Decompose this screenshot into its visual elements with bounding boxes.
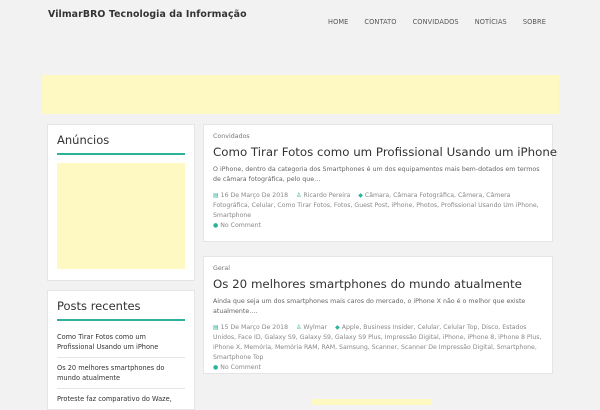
recent-post-link[interactable]: Proteste faz comparativo do Waze, bbox=[57, 389, 185, 410]
post-date[interactable]: 16 De Março De 2018 bbox=[221, 192, 288, 199]
title-underline bbox=[57, 319, 185, 321]
site-title[interactable]: VilmarBRO Tecnologia da Informação bbox=[48, 9, 247, 20]
nav-item-noticias[interactable]: NOTÍCIAS bbox=[467, 18, 515, 26]
comment-icon: ● bbox=[213, 364, 219, 371]
user-icon: ♙ bbox=[296, 192, 302, 199]
nav-item-sobre[interactable]: SOBRE bbox=[515, 18, 554, 26]
post-excerpt: O iPhone, dentro da categoria dos Smartp… bbox=[213, 166, 540, 183]
recent-post-link[interactable]: Os 20 melhores smartphones do mundo atua… bbox=[57, 358, 185, 389]
post-card: Convidados Como Tirar Fotos como um Prof… bbox=[203, 124, 557, 242]
ads-widget: Anúncios bbox=[47, 124, 195, 281]
ads-widget-title: Anúncios bbox=[57, 133, 110, 147]
comments-link[interactable]: No Comment bbox=[220, 222, 261, 229]
post-category[interactable]: Convidados bbox=[213, 133, 543, 140]
post-card: Geral Os 20 melhores smartphones do mund… bbox=[203, 256, 553, 374]
top-ad-banner[interactable] bbox=[42, 75, 559, 114]
post-category[interactable]: Geral bbox=[213, 265, 543, 272]
recent-posts-list: Como Tirar Fotos como um Profissional Us… bbox=[57, 327, 185, 410]
recent-posts-widget: Posts recentes Como Tirar Fotos como um … bbox=[47, 290, 195, 410]
tags-icon: ◆ bbox=[358, 192, 363, 199]
post-author[interactable]: Wylmar bbox=[303, 324, 327, 331]
recent-post-link[interactable]: Como Tirar Fotos como um Profissional Us… bbox=[57, 327, 185, 358]
post-excerpt: Ainda que seja um dos smartphones mais c… bbox=[213, 298, 526, 315]
recent-posts-title: Posts recentes bbox=[57, 299, 141, 313]
nav-item-convidados[interactable]: CONVIDADOS bbox=[405, 18, 467, 26]
nav-item-contato[interactable]: CONTATO bbox=[356, 18, 404, 26]
title-underline bbox=[57, 153, 185, 155]
calendar-icon: ▤ bbox=[213, 192, 219, 199]
post-meta: ▤ 16 De Março De 2018 ♙ Ricardo Pereira ◆ C… bbox=[213, 191, 543, 221]
post-title[interactable]: Como Tirar Fotos como um Profissional Us… bbox=[213, 145, 557, 160]
sidebar-ad[interactable] bbox=[57, 162, 185, 269]
user-icon: ♙ bbox=[296, 324, 302, 331]
post-date[interactable]: 15 De Março De 2018 bbox=[221, 324, 288, 331]
tags-icon: ◆ bbox=[335, 324, 340, 331]
comment-icon: ● bbox=[213, 222, 219, 229]
nav-item-home[interactable]: HOME bbox=[320, 18, 356, 26]
post-title[interactable]: Os 20 melhores smartphones do mundo atua… bbox=[213, 277, 543, 292]
comments-link[interactable]: No Comment bbox=[220, 364, 261, 371]
post-comments: ● No Comment bbox=[213, 221, 543, 231]
post-author[interactable]: Ricardo Pereira bbox=[303, 192, 350, 199]
post-comments: ● No Comment bbox=[213, 363, 543, 373]
main-nav: HOME CONTATO CONVIDADOS NOTÍCIAS SOBRE bbox=[320, 18, 554, 26]
calendar-icon: ▤ bbox=[213, 324, 219, 331]
site-header: VilmarBRO Tecnologia da Informação HOME … bbox=[0, 0, 600, 60]
post-meta: ▤ 15 De Março De 2018 ♙ Wylmar ◆ Apple, Bus… bbox=[213, 323, 543, 363]
